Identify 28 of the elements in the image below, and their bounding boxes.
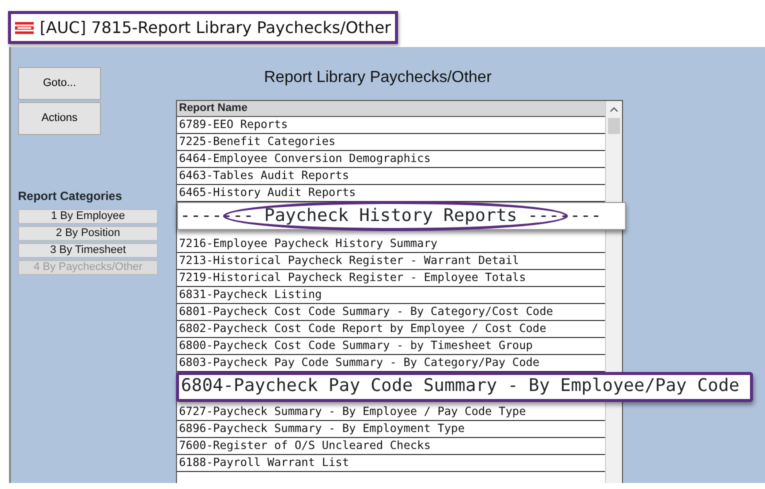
scroll-thumb[interactable] bbox=[608, 118, 620, 134]
list-row[interactable]: 6896-Paycheck Summary - By Employment Type bbox=[177, 421, 605, 438]
category-button[interactable]: 1 By Employee bbox=[18, 209, 158, 224]
categories-title: Report Categories bbox=[18, 188, 124, 205]
list-row[interactable]: 6802-Paycheck Cost Code Report by Employee / Cost Code bbox=[177, 321, 605, 338]
window-title: [AUC] 7815-Report Library Paychecks/Other bbox=[40, 16, 391, 38]
sidebar-button[interactable]: Goto... bbox=[18, 67, 101, 100]
list-row[interactable]: 7219-Historical Paycheck Register - Employee Totals bbox=[177, 270, 605, 287]
list-row[interactable]: 6463-Tables Audit Reports bbox=[177, 168, 605, 185]
list-row[interactable]: 6727-Paycheck Summary - By Employee / Pay Code Type bbox=[177, 404, 605, 421]
list-row[interactable]: 6789-EEO Reports bbox=[177, 117, 605, 134]
list-row[interactable]: 6188-Payroll Warrant List bbox=[177, 455, 605, 472]
list-row[interactable]: 7600-Register of O/S Uncleared Checks bbox=[177, 438, 605, 455]
list-row[interactable]: 6800-Paycheck Cost Code Summary - by Timesheet Group bbox=[177, 338, 605, 355]
sidebar-button[interactable]: Actions bbox=[18, 102, 101, 135]
scroll-up-icon[interactable] bbox=[610, 106, 618, 112]
list-row[interactable]: 7216-Employee Paycheck History Summary bbox=[177, 236, 605, 253]
column-header: Report Name bbox=[177, 101, 605, 117]
list-row[interactable]: 7213-Historical Paycheck Register - Warrant Detail bbox=[177, 253, 605, 270]
list-row[interactable]: 7225-Benefit Categories bbox=[177, 134, 605, 151]
category-button[interactable]: 3 By Timesheet bbox=[18, 243, 158, 258]
category-button[interactable]: 2 By Position bbox=[18, 226, 158, 241]
app-logo-icon bbox=[15, 20, 34, 34]
page-heading: Report Library Paychecks/Other bbox=[264, 68, 493, 88]
list-row[interactable]: 6831-Paycheck Listing bbox=[177, 287, 605, 304]
list-row[interactable]: 6464-Employee Conversion Demographics bbox=[177, 151, 605, 168]
list-row[interactable]: 6801-Paycheck Cost Code Summary - By Category/Cost Code bbox=[177, 304, 605, 321]
highlighted-row-callout: 6804-Paycheck Pay Code Summary - By Employee/Pay Code bbox=[176, 372, 753, 402]
